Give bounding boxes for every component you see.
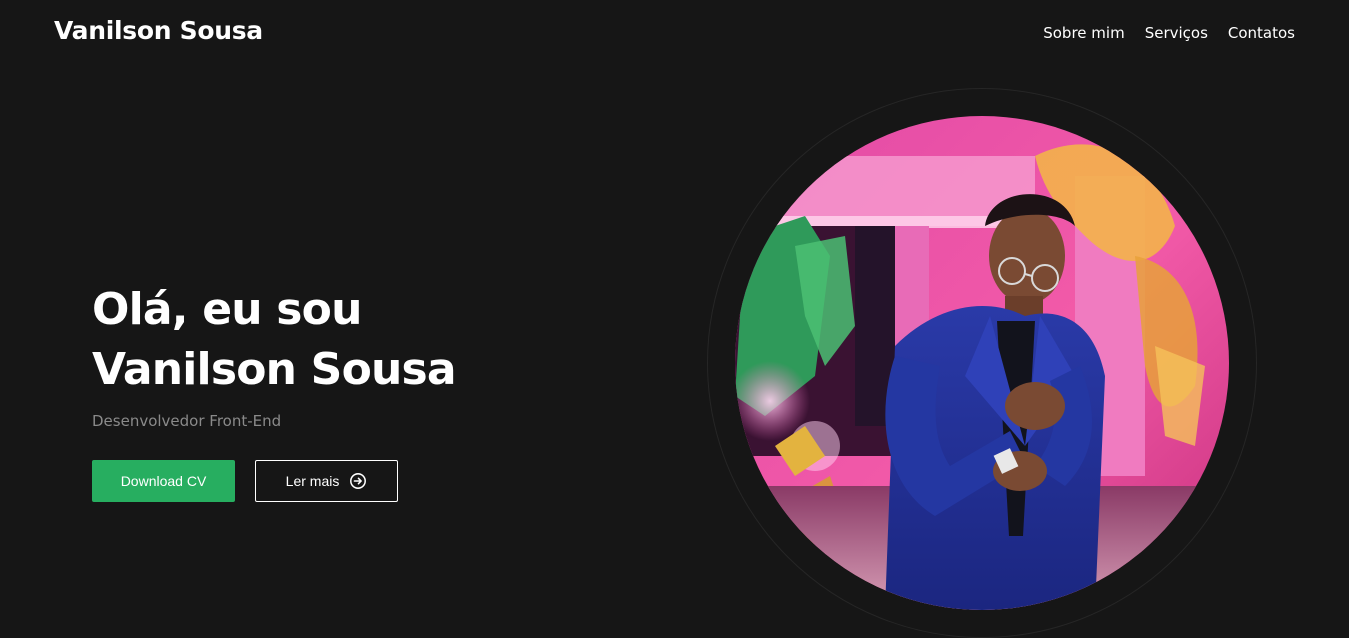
nav-link-sobre-mim[interactable]: Sobre mim (1043, 24, 1124, 42)
nav-link-servicos[interactable]: Serviços (1145, 24, 1208, 42)
download-cv-button[interactable]: Download CV (92, 460, 235, 502)
main-nav: Sobre mim Serviços Contatos (1043, 24, 1295, 42)
arrow-right-circle-icon (350, 473, 367, 489)
profile-photo-illustration (735, 116, 1229, 610)
hero-title: Olá, eu sou Vanilson Sousa (92, 280, 612, 400)
hero-section: Olá, eu sou Vanilson Sousa Desenvolvedor… (92, 280, 612, 502)
profile-photo (735, 116, 1229, 610)
read-more-label: Ler mais (285, 473, 340, 489)
read-more-button[interactable]: Ler mais (255, 460, 398, 502)
nav-link-contatos[interactable]: Contatos (1228, 24, 1295, 42)
hero-actions: Download CV Ler mais (92, 460, 612, 502)
hero-name: Vanilson Sousa (92, 344, 457, 395)
hero-greeting: Olá, eu sou (92, 284, 362, 335)
brand-logo[interactable]: Vanilson Sousa (54, 16, 263, 45)
page: Vanilson Sousa Sobre mim Serviços Contat… (0, 0, 1349, 638)
hero-role: Desenvolvedor Front-End (92, 412, 282, 430)
